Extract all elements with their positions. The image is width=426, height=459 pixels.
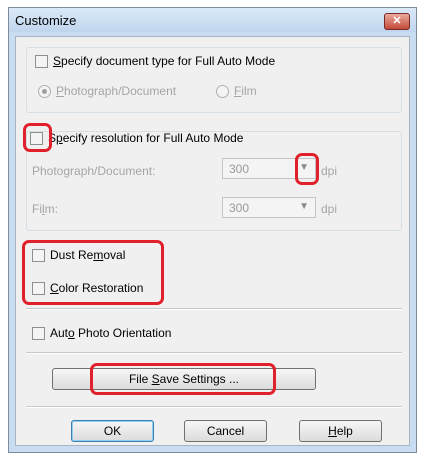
- dialog-title: Customize: [15, 13, 77, 28]
- title-bar[interactable]: Customize ✕: [9, 8, 416, 32]
- photograph-resolution-value: 300: [229, 162, 250, 176]
- dialog-body: Specify document type for Full Auto Mode…: [15, 36, 410, 446]
- film-dpi-unit: dpi: [321, 202, 338, 216]
- close-button[interactable]: ✕: [384, 13, 410, 30]
- dust-removal-checkbox[interactable]: [32, 249, 45, 262]
- auto-photo-orientation-checkbox[interactable]: [32, 327, 45, 340]
- file-save-settings-button[interactable]: File Save Settings ...: [52, 368, 316, 390]
- photograph-document-radio[interactable]: [38, 85, 51, 98]
- photograph-document-radio-label: Photograph/Document: [56, 84, 177, 98]
- ok-button[interactable]: OK: [71, 420, 154, 442]
- resolution-group: [26, 131, 402, 231]
- film-resolution-label: Film:: [32, 202, 59, 216]
- divider: [26, 352, 402, 354]
- film-resolution-value: 300: [229, 201, 250, 215]
- customize-dialog: Customize ✕ Specify document type for Fu…: [8, 7, 417, 453]
- cancel-button[interactable]: Cancel: [184, 420, 267, 442]
- color-restoration-label: Color Restoration: [50, 281, 144, 295]
- dropdown-arrow-icon[interactable]: ▼: [299, 162, 309, 173]
- color-restoration-checkbox[interactable]: [32, 282, 45, 295]
- radio-selected-dot: [42, 89, 47, 94]
- dropdown-arrow-icon[interactable]: ▼: [299, 201, 309, 212]
- film-radio[interactable]: [216, 85, 229, 98]
- help-button[interactable]: Help: [299, 420, 382, 442]
- film-resolution-dropdown[interactable]: 300 ▼: [222, 197, 316, 218]
- divider: [26, 406, 402, 408]
- photograph-dpi-unit: dpi: [321, 164, 338, 178]
- film-radio-label: Film: [234, 84, 257, 98]
- dust-removal-label: Dust Removal: [50, 248, 126, 262]
- specify-document-type-checkbox[interactable]: [35, 55, 48, 68]
- auto-photo-orientation-label: Auto Photo Orientation: [50, 326, 172, 340]
- photograph-resolution-dropdown[interactable]: 300 ▼: [222, 158, 316, 179]
- specify-resolution-checkbox[interactable]: [30, 132, 43, 145]
- specify-document-type-label: Specify document type for Full Auto Mode: [53, 54, 276, 68]
- specify-resolution-label: Specify resolution for Full Auto Mode: [48, 131, 244, 145]
- divider: [26, 308, 402, 310]
- close-icon: ✕: [392, 15, 402, 27]
- photograph-resolution-label: Photograph/Document:: [32, 164, 156, 178]
